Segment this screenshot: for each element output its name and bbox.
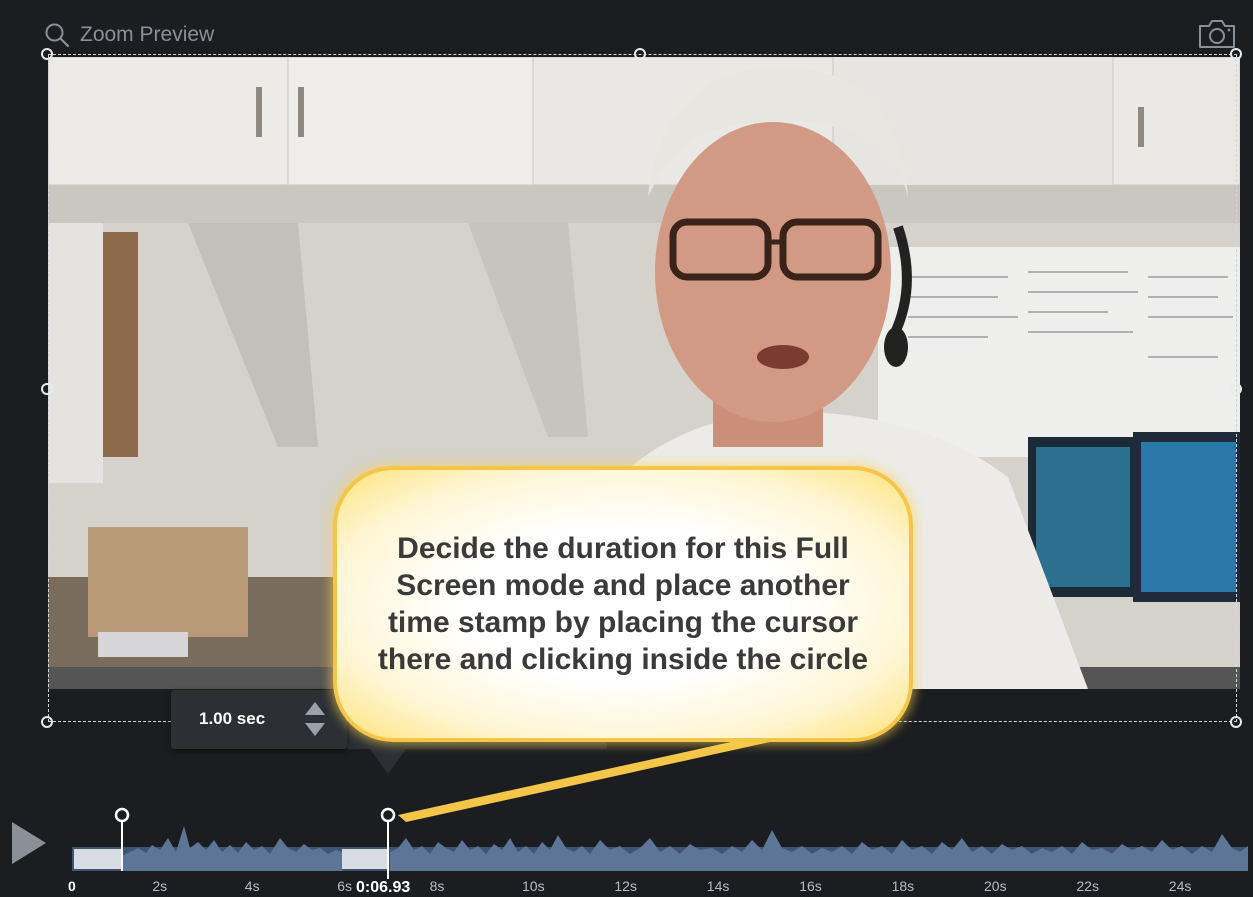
duration-value[interactable]: 1.00 sec (199, 709, 265, 729)
timeline-tick-label: 20s (984, 878, 1007, 894)
timeline-tick-label: 8s (429, 878, 445, 894)
search-icon (45, 23, 70, 48)
resize-handle-middle-right[interactable] (1230, 383, 1242, 395)
resize-handle-bottom-left[interactable] (41, 716, 53, 728)
zoom-preview-header: Zoom Preview (44, 21, 214, 49)
timeline-tick-label: 22s (1076, 878, 1099, 894)
camera-icon[interactable] (1196, 17, 1238, 51)
resize-handle-top-right[interactable] (1230, 48, 1242, 60)
instruction-callout: Decide the duration for this Full Screen… (333, 466, 913, 742)
timeline-tick-label: 6s (337, 878, 352, 894)
resize-handle-bottom-right[interactable] (1230, 716, 1242, 728)
timeline-tick-label: 16s (799, 878, 822, 894)
zoom-preview-title: Zoom Preview (80, 23, 215, 46)
timeline-tick-label: 2s (152, 878, 168, 894)
timeline-track[interactable] (0, 790, 1253, 880)
timeline-tick-label: 0 (68, 878, 76, 894)
timeline-tick-label: 18s (891, 878, 915, 894)
current-time-readout: 0:06.93 (354, 879, 413, 897)
duration-stepper[interactable] (304, 699, 326, 739)
timeline-tick-label: 14s (706, 878, 730, 894)
resize-handle-middle-left[interactable] (41, 383, 53, 395)
timeline-tick-label: 4s (244, 878, 260, 894)
timeline-tick-label: 10s (522, 878, 545, 894)
chevron-up-icon (305, 702, 325, 715)
duration-popup-pointer (368, 746, 408, 774)
timeline-tick-label: 12s (614, 878, 637, 894)
duration-popup: 1.00 sec (171, 690, 347, 749)
chevron-down-icon (305, 723, 325, 736)
resize-handle-top-left[interactable] (41, 48, 53, 60)
callout-text: Decide the duration for this Full Screen… (377, 532, 869, 676)
timeline-tick-label: 24s (1168, 878, 1192, 894)
resize-handle-top-center[interactable] (634, 48, 646, 60)
